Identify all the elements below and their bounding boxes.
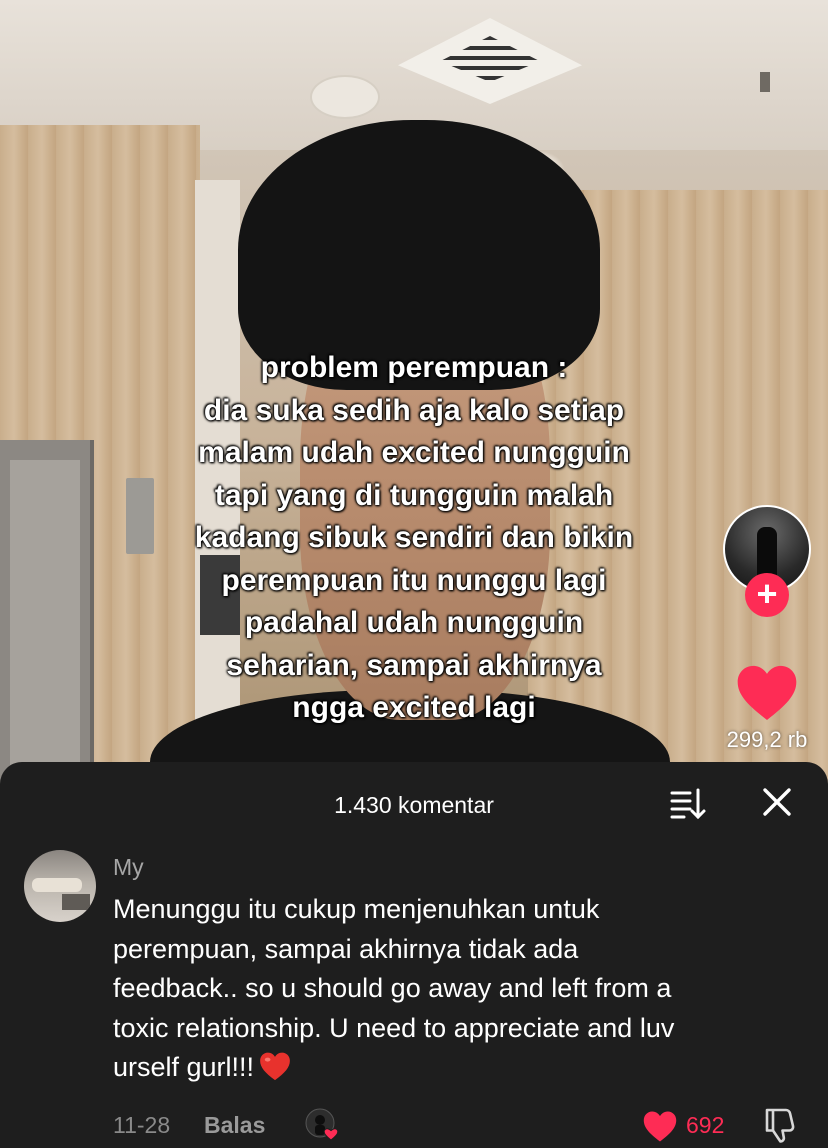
comment-line: urself gurl!!! <box>113 1048 793 1088</box>
comment-line: feedback.. so u should go away and left … <box>113 973 672 1004</box>
avatar-detail <box>62 894 90 910</box>
caption-line: seharian, sampai akhirnya <box>226 648 602 682</box>
comment-username[interactable]: My <box>113 854 144 881</box>
sort-list-icon[interactable] <box>668 784 708 824</box>
reply-button[interactable]: Balas <box>204 1112 265 1139</box>
caption-line: dia suka sedih aja kalo setiap <box>203 393 625 427</box>
comment-line: perempuan, sampai akhirnya tidak ada <box>113 933 579 964</box>
avatar-figure <box>757 527 777 577</box>
thumbs-down-icon[interactable] <box>762 1106 796 1144</box>
caption-line: padahal udah nungguin <box>244 606 584 639</box>
elevator-door <box>0 440 94 790</box>
comment-line: Menunggu itu cukup menjenuhkan untuk <box>113 894 600 924</box>
caption-line: ngga excited lagi <box>292 691 536 724</box>
red-heart-emoji-icon <box>260 1053 290 1081</box>
comment-like-heart-icon[interactable] <box>641 1109 679 1143</box>
creator-liked-badge-icon <box>305 1108 339 1141</box>
caption-line: perempuan itu nunggu lagi <box>221 563 607 597</box>
sprinkler <box>760 72 770 92</box>
commenter-avatar[interactable] <box>24 850 96 922</box>
video-like-count: 299,2 rb <box>726 727 808 752</box>
comment-line-text: urself gurl!!! <box>113 1052 255 1083</box>
caption-line: kadang sibuk sendiri dan bikin <box>194 521 634 554</box>
like-heart-icon[interactable] <box>735 660 799 724</box>
video-player[interactable]: problem perempuan : dia suka sedih aja k… <box>0 0 828 790</box>
comments-sheet: 1.430 komentar My Menunggu itu cukup men… <box>0 762 828 1148</box>
video-caption: problem perempuan : dia suka sedih aja k… <box>150 347 678 730</box>
caption-line: problem perempuan : <box>260 351 568 384</box>
caption-line: tapi yang di tungguin malah <box>214 478 614 512</box>
comment-text: Menunggu itu cukup menjenuhkan untuk per… <box>113 890 793 1088</box>
comment-date: 11-28 <box>113 1112 171 1138</box>
caption-line: malam udah excited nungguin <box>198 436 630 469</box>
avatar-detail <box>32 878 82 892</box>
follow-button[interactable]: + <box>745 573 789 617</box>
smoke-detector <box>310 75 380 119</box>
close-icon[interactable] <box>760 784 794 820</box>
comment-line: toxic relationship. U need to appreciate… <box>113 1012 675 1043</box>
comment-like-count: 692 <box>686 1112 725 1138</box>
